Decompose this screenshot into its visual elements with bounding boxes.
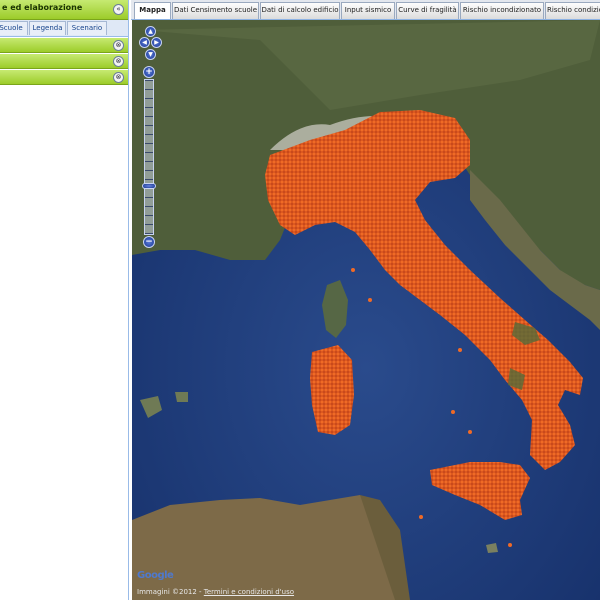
accordion-header[interactable]: ⊗ (0, 38, 128, 53)
marker (508, 543, 512, 547)
left-panel-tab-strip: Scuole Legenda Scenario (0, 20, 128, 37)
zoom-slider-handle[interactable] (142, 183, 156, 189)
map-copyright: Immagini ©2012 - Termini e condizioni d'… (137, 588, 294, 596)
marker (458, 348, 462, 352)
balearic-island (175, 392, 188, 402)
marker (368, 298, 372, 302)
tab-rischio-incondizionato[interactable]: Rischio incondizionato (460, 2, 544, 19)
collapse-panel-button[interactable]: « (113, 4, 124, 15)
copyright-text: Immagini ©2012 - (137, 588, 204, 596)
panel-title: e ed elaborazione (2, 3, 83, 12)
accordion-toggle-icon[interactable]: ⊗ (113, 56, 124, 67)
pan-down-button[interactable]: ▼ (145, 49, 156, 60)
left-panel: e ed elaborazione « Scuole Legenda Scena… (0, 0, 129, 600)
north-africa (132, 495, 400, 600)
main-tab-bar: Mappa Dati Censimento scuole Dati di cal… (131, 0, 600, 20)
tab-legenda[interactable]: Legenda (29, 21, 66, 35)
pan-left-button[interactable]: ◀ (139, 37, 150, 48)
map-view[interactable] (132, 20, 600, 600)
marker (419, 515, 423, 519)
zoom-bar[interactable] (144, 79, 154, 235)
tab-scenario[interactable]: Scenario (67, 21, 107, 35)
tab-rischio-condizionato[interactable]: Rischio condizio (545, 2, 600, 19)
terms-link[interactable]: Termini e condizioni d'uso (204, 588, 294, 596)
panel-title-bar: e ed elaborazione « (0, 0, 128, 20)
marker (451, 410, 455, 414)
google-logo[interactable]: Google (137, 570, 174, 581)
tab-curve-fragilita[interactable]: Curve di fragilità (396, 2, 459, 19)
tab-dati-calcolo-edificio[interactable]: Dati di calcolo edificio (260, 2, 340, 19)
zoom-out-button[interactable]: − (143, 236, 155, 248)
tab-scuole[interactable]: Scuole (0, 21, 28, 35)
pan-control: ▲ ◀ ▶ ▼ (139, 26, 163, 62)
google-logo-text: Google (137, 570, 174, 581)
tab-input-sismico[interactable]: Input sismico (341, 2, 395, 19)
pan-right-button[interactable]: ▶ (151, 37, 162, 48)
marker (468, 430, 472, 434)
tab-mappa[interactable]: Mappa (134, 2, 171, 19)
satellite-map (132, 20, 600, 600)
accordion-toggle-icon[interactable]: ⊗ (113, 72, 124, 83)
sardinia-school-markers (310, 345, 354, 435)
zoom-in-button[interactable]: + (143, 66, 155, 78)
marker (351, 268, 355, 272)
accordion-toggle-icon[interactable]: ⊗ (113, 40, 124, 51)
tab-dati-censimento-scuole[interactable]: Dati Censimento scuole (172, 2, 259, 19)
pan-up-button[interactable]: ▲ (145, 26, 156, 37)
accordion-header[interactable]: ⊗ (0, 54, 128, 69)
accordion-header[interactable]: ⊗ (0, 70, 128, 85)
zoom-control: + − (142, 66, 156, 248)
